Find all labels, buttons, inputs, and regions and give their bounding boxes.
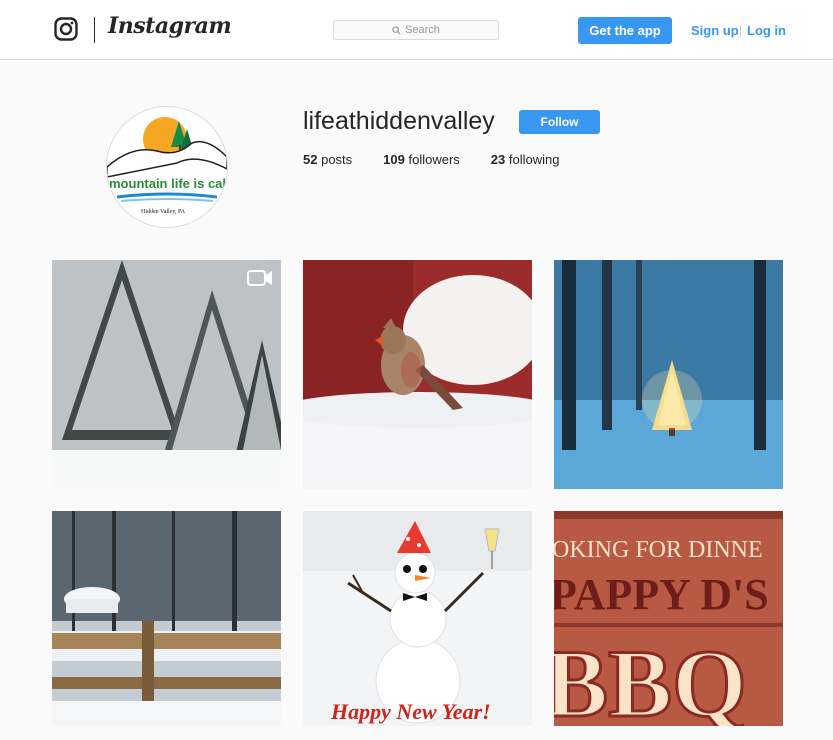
snowman-caption: Happy New Year! [330, 699, 491, 724]
followers-stat[interactable]: 109 followers [383, 152, 460, 167]
profile-avatar[interactable]: mountain life is calli Hidden Valley, PA [106, 106, 228, 228]
logo-divider [94, 17, 95, 43]
post-bbq[interactable]: OKING FOR DINNE PAPPY D'S BBQ [554, 511, 783, 740]
avatar-logo-subtext: Hidden Valley, PA [141, 209, 186, 215]
instagram-camera-icon[interactable] [54, 17, 78, 41]
following-stat[interactable]: 23 following [491, 152, 560, 167]
search-icon [392, 25, 401, 35]
posts-count: 52 [303, 152, 318, 167]
profile-username: lifeathiddenvalley [303, 107, 495, 135]
search-placeholder: Search [405, 24, 440, 36]
bbq-line-1: OKING FOR DINNE [554, 537, 763, 563]
post-snowy-pines[interactable] [52, 260, 281, 489]
log-in-link[interactable]: Log in [747, 23, 786, 38]
search-input[interactable]: Search [333, 20, 499, 40]
avatar-logo-text: mountain life is calli [109, 176, 227, 191]
auth-separator: | [739, 23, 743, 37]
sign-up-link[interactable]: Sign up [691, 23, 739, 38]
profile-stats: 52 posts 109 followers 23 following [303, 152, 590, 167]
posts-label: posts [321, 152, 353, 167]
followers-label: followers [408, 152, 460, 167]
top-nav-bar: Instagram Search Get the app Sign up | L… [0, 0, 833, 60]
bbq-line-2: PAPPY D'S [554, 570, 769, 619]
following-count: 23 [490, 152, 506, 167]
video-icon [247, 270, 272, 286]
post-snowy-fence[interactable] [52, 511, 281, 740]
bbq-line-3: BBQ [554, 630, 747, 726]
follow-button[interactable]: Follow [519, 110, 600, 134]
following-label: following [508, 152, 560, 167]
get-the-app-button[interactable]: Get the app [578, 17, 672, 44]
instagram-wordmark[interactable]: Instagram [108, 13, 232, 39]
post-cardinal[interactable] [303, 260, 532, 489]
post-snowman[interactable]: Happy New Year! [303, 511, 532, 740]
post-lit-tree[interactable] [554, 260, 783, 489]
posts-stat: 52 posts [303, 152, 352, 167]
followers-count: 109 [383, 152, 405, 167]
